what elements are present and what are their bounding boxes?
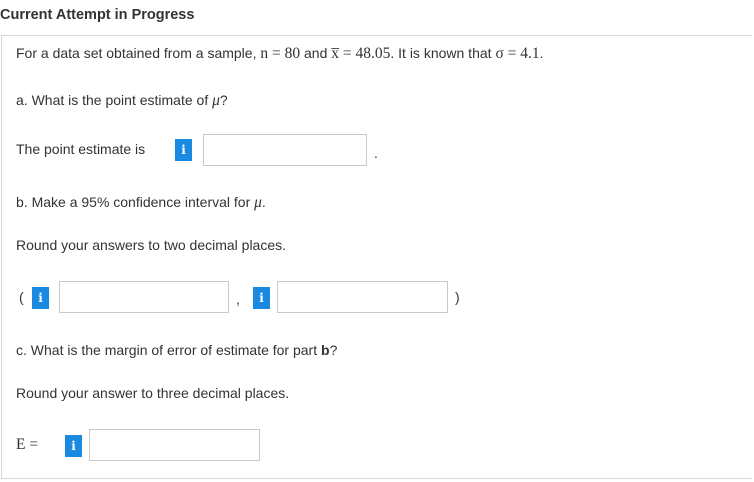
point-estimate-input[interactable] xyxy=(203,134,367,166)
part-b-question-text: b. Make a 95% confidence interval for xyxy=(16,194,255,210)
part-b-question-end: . xyxy=(261,194,266,210)
sigma-expression: σ = 4.1 xyxy=(495,45,540,62)
part-b-question: b. Make a 95% confidence interval for μ. xyxy=(16,194,266,212)
problem-statement: For a data set obtained from a sample, n… xyxy=(16,45,544,63)
intro-known: . It is known that xyxy=(390,45,496,61)
mu-symbol: μ xyxy=(212,92,220,109)
ci-upper-input[interactable] xyxy=(277,281,448,313)
intro-and: and xyxy=(300,45,332,61)
page-title: Current Attempt in Progress xyxy=(0,7,195,23)
close-paren: ) xyxy=(455,289,460,305)
part-c-question: c. What is the margin of error of estima… xyxy=(16,342,337,358)
part-reference: b xyxy=(321,342,330,358)
part-b-instruction: Round your answers to two decimal places… xyxy=(16,237,287,253)
intro-prefix: For a data set obtained from a sample, xyxy=(16,45,261,61)
part-a-question: a. What is the point estimate of μ? xyxy=(16,92,228,110)
part-c-instruction: Round your answer to three decimal place… xyxy=(16,385,290,401)
part-a-question-text: a. What is the point estimate of xyxy=(16,92,213,108)
info-icon[interactable]: i xyxy=(32,287,49,309)
info-icon[interactable]: i xyxy=(175,139,192,161)
ci-lower-input[interactable] xyxy=(59,281,229,313)
margin-of-error-label: E = xyxy=(16,436,39,453)
part-c-question-text: c. What is the margin of error of estima… xyxy=(16,342,321,358)
intro-end: . xyxy=(539,45,544,61)
part-a-question-end: ? xyxy=(219,92,228,108)
open-paren: ( xyxy=(19,289,24,305)
mu-symbol: μ xyxy=(254,194,262,211)
part-c-question-end: ? xyxy=(329,342,338,358)
info-icon[interactable]: i xyxy=(65,435,82,457)
margin-of-error-input[interactable] xyxy=(89,429,260,461)
part-a-answer-label: The point estimate is xyxy=(16,141,146,157)
info-icon[interactable]: i xyxy=(253,287,270,309)
sample-size-expression: n = 80 xyxy=(260,45,301,62)
part-a-trailing-period: . xyxy=(374,145,378,161)
sample-mean-expression: x̅ = 48.05 xyxy=(331,45,391,62)
interval-separator: , xyxy=(236,291,240,307)
